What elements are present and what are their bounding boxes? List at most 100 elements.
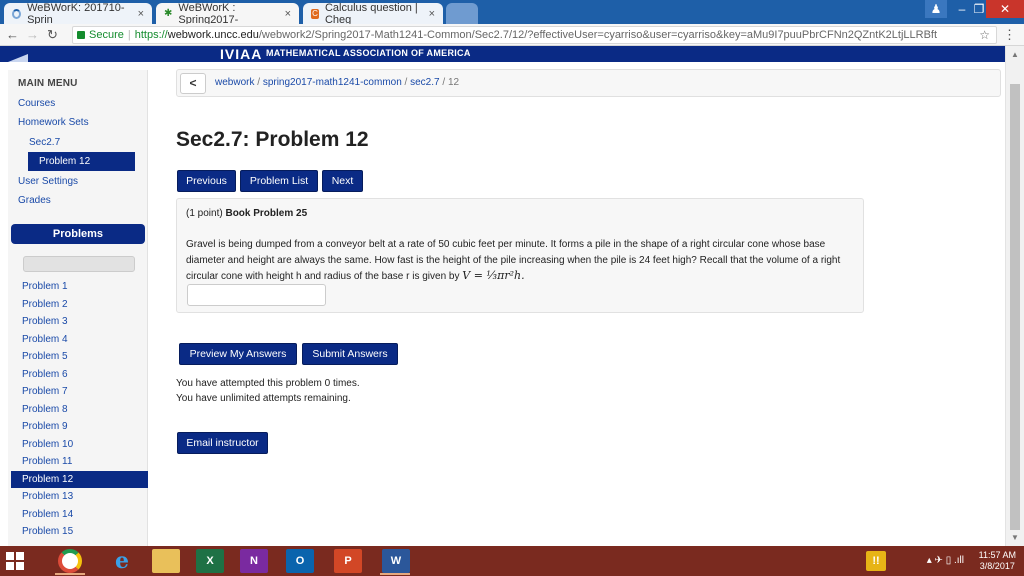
tab-title: WeBWorK: 201710-Sprin	[27, 1, 125, 26]
previous-button[interactable]: Previous	[177, 170, 236, 192]
notification-app-icon[interactable]: !!	[866, 551, 886, 571]
problem-list-item[interactable]: Problem 6	[11, 366, 148, 384]
tab-chegg[interactable]: C Calculus question | Cheg ×	[303, 2, 443, 26]
address-bar: ← → ↻ Secure | https://webwork.uncc.edu/…	[0, 24, 1024, 46]
clock-time: 11:57 AM	[978, 550, 1016, 560]
email-instructor-button[interactable]: Email instructor	[177, 432, 268, 454]
word-icon[interactable]: W	[382, 549, 410, 573]
file-explorer-icon[interactable]	[152, 549, 180, 573]
breadcrumb: < webwork / spring2017-math1241-common /…	[176, 69, 1001, 97]
breadcrumb-webwork-link[interactable]: webwork	[215, 77, 254, 88]
banner-title: MATHEMATICAL ASSOCIATION OF AMERICA	[266, 48, 471, 58]
url-host: webwork.uncc.edu	[167, 29, 259, 41]
new-tab-button[interactable]	[446, 3, 478, 24]
problem-list-item[interactable]: Problem 15	[11, 523, 148, 541]
tab-webwork-1[interactable]: WeBWorK: 201710-Sprin ×	[4, 1, 152, 26]
clock[interactable]: 11:57 AM 3/8/2017	[979, 550, 1016, 572]
sidebar: MAIN MENU Courses Homework Sets Sec2.7 P…	[8, 70, 148, 546]
preview-answers-button[interactable]: Preview My Answers	[179, 343, 297, 365]
problem-panel: (1 point) Book Problem 25 Gravel is bein…	[176, 198, 864, 313]
tab-close-icon[interactable]: ×	[429, 8, 435, 20]
chegg-favicon-icon: C	[311, 8, 319, 19]
outlook-icon[interactable]: O	[286, 549, 314, 573]
sidebar-item-grades[interactable]: Grades	[18, 195, 51, 206]
breadcrumb-back-button[interactable]: <	[180, 73, 206, 94]
breadcrumb-separator: /	[254, 77, 263, 88]
problem-source: Book Problem 25	[225, 208, 308, 219]
sidebar-item-courses[interactable]: Courses	[18, 98, 55, 109]
window-close-icon[interactable]: ✕	[986, 0, 1024, 18]
submit-answers-button[interactable]: Submit Answers	[302, 343, 398, 365]
back-icon[interactable]: ←	[6, 27, 19, 42]
problem-list-item[interactable]: Problem 3	[11, 313, 148, 331]
url-scheme: https://	[134, 29, 168, 41]
onenote-icon[interactable]: N	[240, 549, 268, 573]
browser-menu-icon[interactable]: ⋮	[1003, 27, 1016, 43]
sidebar-item-user-settings[interactable]: User Settings	[18, 176, 78, 187]
page-title: Sec2.7: Problem 12	[176, 128, 369, 151]
problem-list-item[interactable]: Problem 1	[11, 278, 148, 296]
ie-icon[interactable]: e	[108, 549, 136, 573]
browser-tab-strip: WeBWorK: 201710-Sprin × ✱ WeBWorK : Spri…	[0, 0, 1024, 26]
problem-list-item[interactable]: Problem 5	[11, 348, 148, 366]
answer-input[interactable]	[187, 284, 326, 306]
tab-close-icon[interactable]: ×	[285, 8, 291, 20]
problem-list-item[interactable]: Problem 2	[11, 296, 148, 314]
page-scrollbar[interactable]: ▲ ▼	[1005, 46, 1024, 546]
tab-close-icon[interactable]: ×	[138, 8, 144, 20]
problem-list-item[interactable]: Problem 4	[11, 331, 148, 349]
points-value: (1 point)	[186, 208, 223, 219]
breadcrumb-set-link[interactable]: sec2.7	[410, 77, 439, 88]
problem-list-item[interactable]: Problem 8	[11, 401, 148, 419]
attempts-text: You have attempted this problem 0 times.	[176, 378, 360, 389]
webwork-favicon-icon: ✱	[164, 8, 173, 19]
next-button[interactable]: Next	[322, 170, 363, 192]
system-tray-icons[interactable]: ▴ ✈ ▯ .ıll	[927, 555, 964, 566]
scroll-down-icon[interactable]: ▼	[1011, 533, 1019, 542]
windows-start-icon[interactable]	[6, 552, 24, 570]
breadcrumb-path: webwork / spring2017-math1241-common / s…	[215, 77, 459, 88]
url-text: https://webwork.uncc.edu/webwork2/Spring…	[135, 29, 937, 41]
clock-date: 3/8/2017	[979, 561, 1015, 571]
forward-icon[interactable]: →	[26, 27, 39, 42]
problem-points: (1 point) Book Problem 25	[186, 208, 307, 219]
problem-formula: V = ⅓πr²h.	[462, 269, 525, 282]
chrome-icon[interactable]	[58, 549, 82, 573]
url-separator: |	[127, 29, 131, 41]
remaining-text: You have unlimited attempts remaining.	[176, 393, 351, 404]
chrome-active-indicator	[55, 573, 85, 575]
scroll-thumb[interactable]	[1010, 84, 1020, 530]
tab-webwork-2[interactable]: ✱ WeBWorK : Spring2017- ×	[156, 1, 299, 26]
problem-list-item[interactable]: Problem 13	[11, 488, 148, 506]
problem-list-item[interactable]: Problem 11	[11, 453, 148, 471]
problem-list-item[interactable]: Problem 10	[11, 436, 148, 454]
word-active-indicator	[380, 573, 410, 575]
main-menu-title: MAIN MENU	[18, 78, 78, 89]
windows-taskbar: e X N O P W !! ▴ ✈ ▯ .ıll 11:57 AM 3/8/2…	[0, 546, 1024, 576]
sidebar-item-sec[interactable]: Sec2.7	[29, 137, 60, 148]
problem-list-item[interactable]: Problem 9	[11, 418, 148, 436]
problem-list-item[interactable]: Problem 14	[11, 506, 148, 524]
bookmark-star-icon[interactable]: ☆	[979, 28, 990, 42]
problem-list-item[interactable]: Problem 7	[11, 383, 148, 401]
problem-statement: Gravel is being dumped from a conveyor b…	[186, 237, 856, 285]
user-profile-icon[interactable]: ♟	[925, 0, 947, 18]
maa-logo: IVIAA	[220, 46, 263, 62]
reload-icon[interactable]: ↻	[47, 27, 58, 43]
excel-icon[interactable]: X	[196, 549, 224, 573]
url-path: /webwork2/Spring2017-Math1241-Common/Sec…	[258, 29, 938, 41]
problem-list: Problem 1 Problem 2 Problem 3 Problem 4 Prob…	[11, 278, 148, 541]
sidebar-item-current-problem[interactable]: Problem 12	[28, 152, 135, 171]
tab-title: WeBWorK : Spring2017-	[178, 1, 239, 26]
sidebar-item-homework-sets[interactable]: Homework Sets	[18, 117, 89, 128]
url-input[interactable]: Secure | https://webwork.uncc.edu/webwor…	[72, 26, 997, 44]
breadcrumb-course-link[interactable]: spring2017-math1241-common	[263, 77, 402, 88]
problems-header: Problems	[11, 224, 145, 244]
powerpoint-icon[interactable]: P	[334, 549, 362, 573]
problem-list-button[interactable]: Problem List	[240, 170, 318, 192]
lock-icon	[77, 31, 85, 39]
breadcrumb-separator: /	[401, 77, 411, 88]
problem-list-item[interactable]: Problem 12	[11, 470, 148, 488]
scroll-up-icon[interactable]: ▲	[1011, 50, 1019, 59]
banner-decoration	[8, 54, 28, 62]
